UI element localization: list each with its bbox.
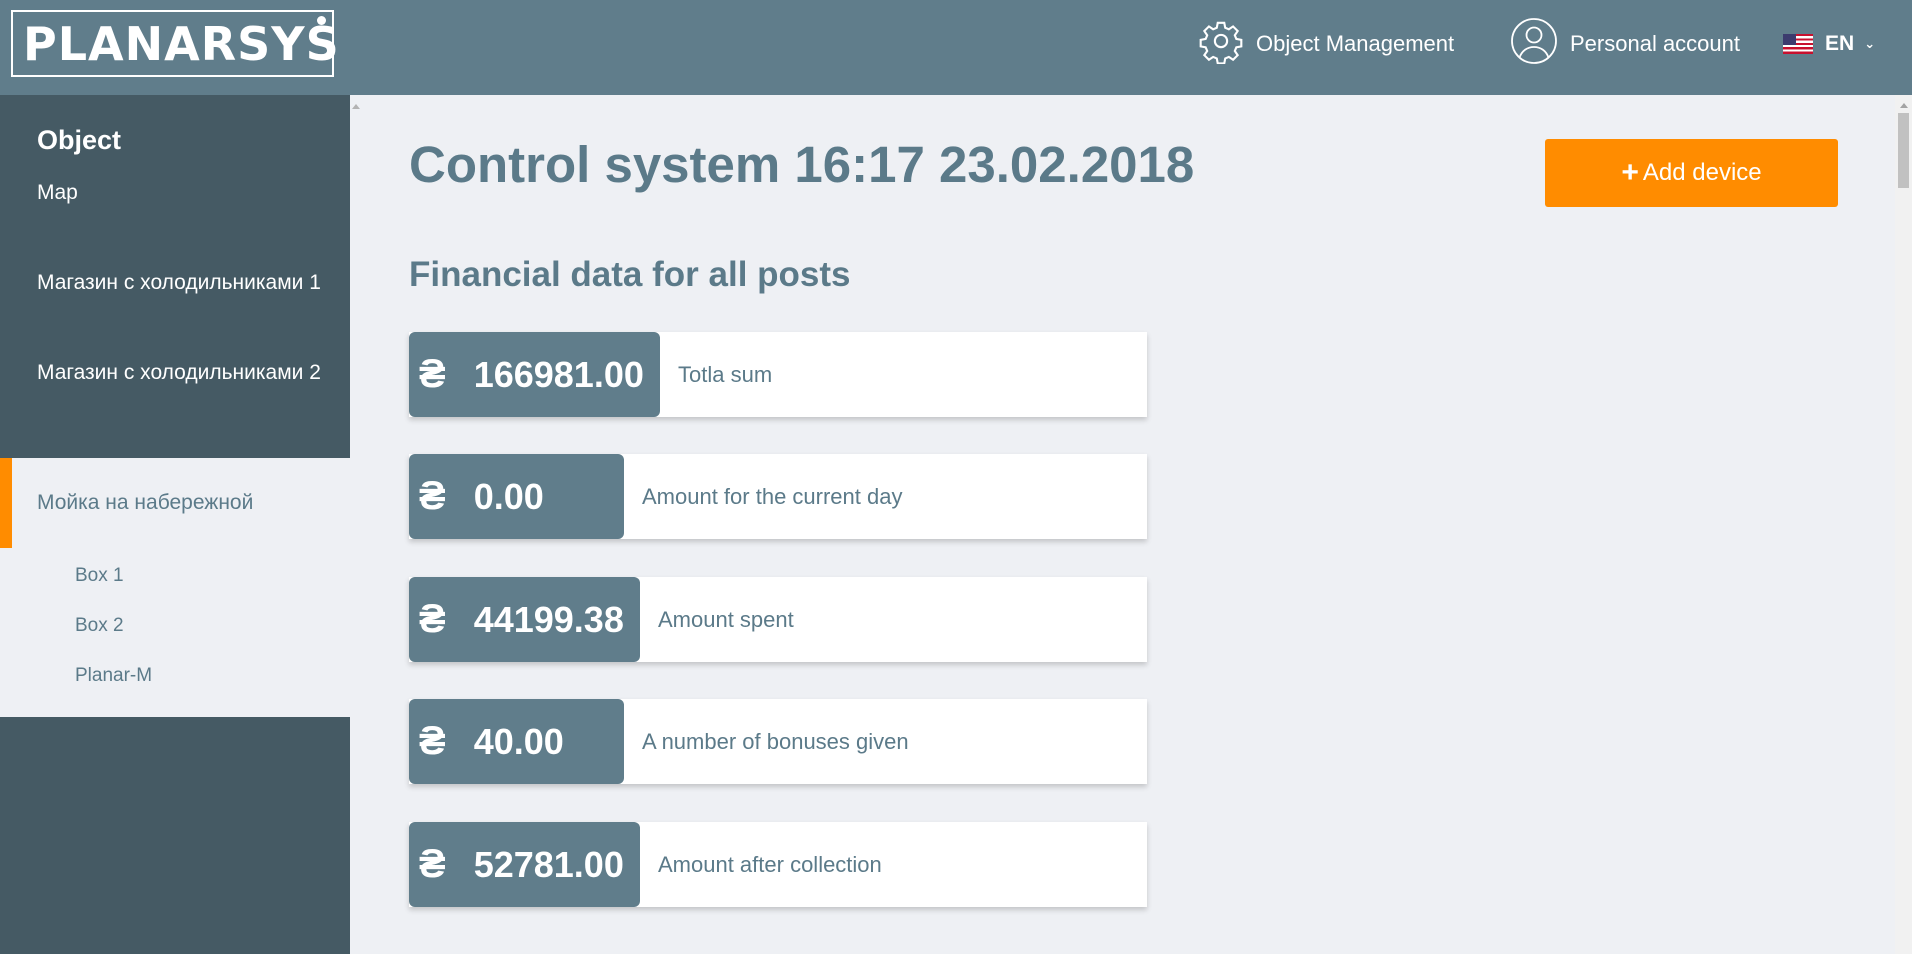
stat-card-after-collection: ₴ 52781.00 Amount after collection xyxy=(409,822,1147,907)
stat-card-current-day: ₴ 0.00 Amount for the current day xyxy=(409,454,1147,539)
us-flag-icon xyxy=(1783,34,1813,54)
language-label: EN xyxy=(1825,32,1855,55)
stat-value: 0.00 xyxy=(473,475,544,517)
chevron-down-icon: ⌄ xyxy=(1864,36,1876,51)
scroll-up-arrow-icon[interactable] xyxy=(1900,103,1908,108)
stat-label: Amount spent xyxy=(658,606,794,632)
stat-value: 40.00 xyxy=(473,720,564,762)
add-device-label: Add device xyxy=(1642,159,1762,186)
stat-card-amount-spent: ₴ 44199.38 Amount spent xyxy=(409,577,1147,662)
add-device-button[interactable]: + Add device xyxy=(1545,139,1838,207)
object-management-link[interactable]: Object Management xyxy=(1198,0,1454,88)
stat-value: 166981.00 xyxy=(473,353,644,395)
hryvnia-icon: ₴ xyxy=(419,597,446,641)
stat-value-box: ₴ 52781.00 xyxy=(409,822,640,907)
stat-label: Amount after collection xyxy=(658,851,882,877)
plus-icon: + xyxy=(1621,156,1639,189)
main-content: Control system 16:17 23.02.2018 + Add de… xyxy=(350,95,1895,954)
section-subtitle: Financial data for all posts xyxy=(409,255,851,294)
sidebar-subitem-box-2[interactable]: Box 2 xyxy=(75,615,124,637)
sidebar-subitems: Box 1 Box 2 Planar-M xyxy=(0,548,350,717)
stat-value-box: ₴ 44199.38 xyxy=(409,577,640,662)
stat-value: 44199.38 xyxy=(473,598,624,640)
top-header: PLANARSYS Object Management Personal acc… xyxy=(0,0,1912,95)
gear-icon xyxy=(1198,18,1256,70)
stat-label: Totla sum xyxy=(678,361,773,387)
personal-account-label: Personal account xyxy=(1570,31,1740,56)
sidebar-subitem-planar-m[interactable]: Planar-M xyxy=(75,665,152,687)
logo[interactable]: PLANARSYS xyxy=(11,10,339,77)
stat-card-total-sum: ₴ 166981.00 Totla sum xyxy=(409,332,1147,417)
stat-value-box: ₴ 166981.00 xyxy=(409,332,660,417)
sidebar-item-store-2[interactable]: Магазин с холодильниками 2 xyxy=(0,328,350,418)
hryvnia-icon: ₴ xyxy=(419,842,446,886)
stat-value-box: ₴ 0.00 xyxy=(409,454,624,539)
sidebar-subitem-box-1[interactable]: Box 1 xyxy=(75,565,124,587)
hryvnia-icon: ₴ xyxy=(419,474,446,518)
main-scrollbar[interactable] xyxy=(1895,95,1912,954)
logo-dot xyxy=(317,16,326,25)
stat-label: A number of bonuses given xyxy=(642,728,909,754)
sidebar: Object Map Магазин с холодильниками 1 Ма… xyxy=(0,95,350,954)
sidebar-item-map[interactable]: Map xyxy=(0,148,350,238)
stat-card-bonuses: ₴ 40.00 A number of bonuses given xyxy=(409,699,1147,784)
hryvnia-icon: ₴ xyxy=(419,352,446,396)
user-icon xyxy=(1510,17,1570,71)
language-selector[interactable]: EN ⌄ xyxy=(1783,0,1875,88)
sidebar-item-store-1[interactable]: Магазин с холодильниками 1 xyxy=(0,238,350,328)
stat-label: Amount for the current day xyxy=(642,483,903,509)
logo-text: PLANARSYS xyxy=(23,16,340,71)
hryvnia-icon: ₴ xyxy=(419,719,446,763)
stat-value-box: ₴ 40.00 xyxy=(409,699,624,784)
sidebar-item-car-wash[interactable]: Мойка на набережной xyxy=(0,458,350,548)
personal-account-link[interactable]: Personal account xyxy=(1510,0,1740,88)
object-management-label: Object Management xyxy=(1256,31,1455,56)
page-title: Control system 16:17 23.02.2018 xyxy=(409,136,1195,193)
scrollbar-thumb[interactable] xyxy=(1898,113,1909,188)
stat-value: 52781.00 xyxy=(473,843,624,885)
